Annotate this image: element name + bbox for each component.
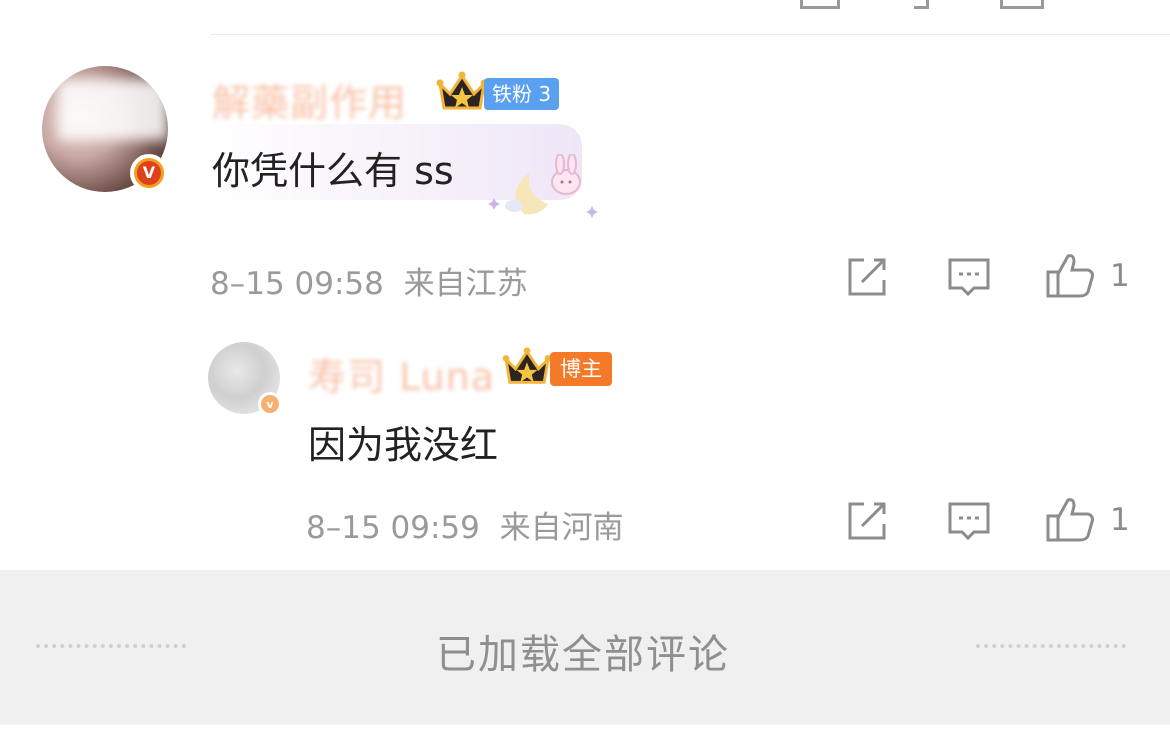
- comment-icon[interactable]: [948, 256, 990, 298]
- reply-text: 因为我没红: [308, 423, 499, 467]
- reply-username[interactable]: 寿司 Luna: [308, 346, 495, 401]
- thumbs-up-icon[interactable]: [1046, 252, 1096, 298]
- like-count: 1: [1110, 258, 1130, 294]
- top-like-icon[interactable]: [1000, 0, 1044, 9]
- footer-dots-right: [976, 644, 1126, 648]
- reply-location: 来自河南: [499, 510, 624, 546]
- top-comment-icon[interactable]: [914, 0, 929, 9]
- comment-text: 你凭什么有 ss: [212, 149, 454, 193]
- footer-dots-left: [36, 644, 186, 648]
- reply-meta: 8–15 09:59 来自河南: [306, 502, 624, 547]
- bunny-moon-decoration-icon: [484, 153, 604, 224]
- crown-icon: [436, 70, 488, 114]
- like-count: 1: [1110, 502, 1130, 538]
- divider: [210, 34, 1170, 35]
- comment-icon[interactable]: [948, 500, 990, 542]
- verified-v-icon: v: [258, 392, 282, 416]
- all-comments-loaded: 已加载全部评论: [436, 632, 730, 678]
- blogger-badge: 博主: [550, 352, 612, 386]
- share-icon[interactable]: [846, 256, 888, 298]
- comment-meta: 8–15 09:58 来自江苏: [210, 258, 528, 303]
- crown-icon: [500, 346, 554, 388]
- fan-badge: 铁粉 3: [484, 78, 560, 110]
- verified-v-icon: V: [130, 154, 168, 192]
- reply-time: 8–15 09:59: [306, 510, 480, 546]
- comment-username[interactable]: 解藥副作用: [212, 72, 407, 127]
- top-share-icon[interactable]: [800, 0, 840, 9]
- share-icon[interactable]: [846, 500, 888, 542]
- comment-location: 来自江苏: [403, 266, 528, 302]
- thumbs-up-icon[interactable]: [1046, 496, 1096, 542]
- comment-time: 8–15 09:58: [210, 266, 384, 302]
- avatar-blur-overlay: [58, 80, 168, 140]
